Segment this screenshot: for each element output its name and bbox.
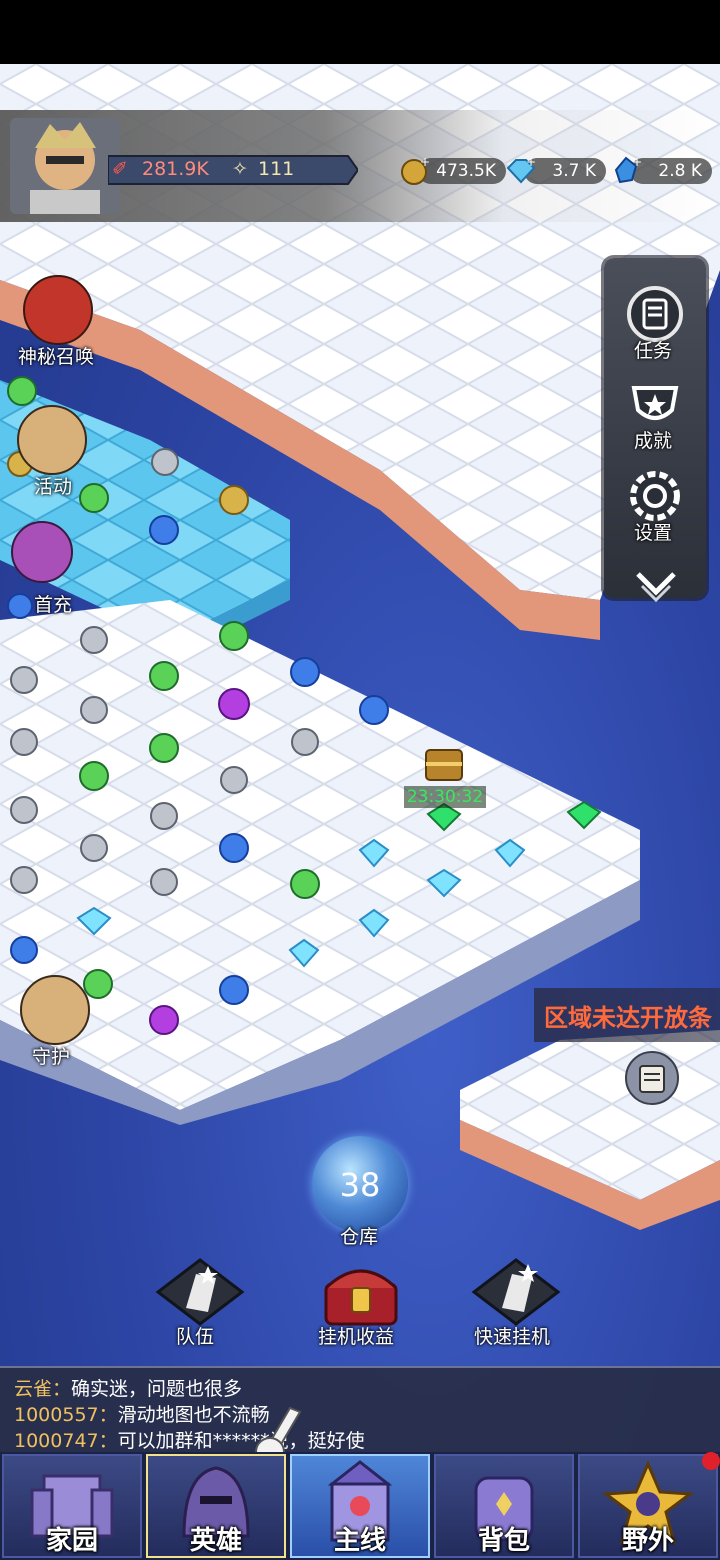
power-value: 281.9K <box>142 158 209 180</box>
blue-crystal-icon: + <box>614 156 642 184</box>
task-icon <box>627 286 683 342</box>
quick-idle-icon <box>471 1258 561 1326</box>
chat-message: 云雀：确实迷，问题也很多 <box>14 1374 242 1401</box>
status-bar <box>0 0 720 64</box>
star-icon: ✧ <box>232 158 248 180</box>
star-value: 111 <box>258 158 295 180</box>
nav-backpack-label: 背包 <box>477 1526 530 1556</box>
chat-separator: ： <box>98 1404 118 1426</box>
svg-text:+: + <box>526 156 536 169</box>
achievement-button[interactable]: 成就 <box>614 376 696 456</box>
chat-text: 滑动地图也不流畅 <box>117 1404 270 1426</box>
collapse-chevron-icon[interactable] <box>632 566 680 606</box>
gear-icon <box>630 471 680 521</box>
region-locked-text: 区域未达开放条 <box>544 1003 712 1032</box>
chat-sender: 云雀 <box>14 1378 53 1400</box>
first-recharge-label[interactable]: 首充 <box>34 590 72 617</box>
chat-separator: ： <box>98 1430 118 1452</box>
chat-message: 1000747：可以加群和******说，挺好使 <box>14 1426 365 1453</box>
nav-main-quest-label: 主线 <box>333 1526 386 1556</box>
diamond-resource[interactable]: 3.7 K + <box>506 156 606 186</box>
nav-hero-label: 英雄 <box>189 1526 242 1556</box>
idle-reward-label: 挂机收益 <box>318 1326 395 1348</box>
mystery-summon-label[interactable]: 神秘召唤 <box>18 342 94 369</box>
guardian-label[interactable]: 守护 <box>32 1042 70 1069</box>
nav-wild-label: 野外 <box>621 1526 674 1556</box>
chat-text: 可以加群和******说，挺好使 <box>117 1430 365 1452</box>
chat-text: 确实迷，问题也很多 <box>71 1378 243 1400</box>
nav-home-label: 家园 <box>45 1526 98 1556</box>
warehouse-label: 仓库 <box>340 1226 379 1248</box>
chat-sender: 1000747 <box>14 1430 99 1452</box>
svg-text:+: + <box>632 156 642 169</box>
chat-separator: ： <box>52 1378 72 1400</box>
chat-panel[interactable]: 云雀：确实迷，问题也很多 1000557：滑动地图也不流畅 1000747：可以… <box>0 1366 720 1454</box>
chat-message: 1000557：滑动地图也不流畅 <box>14 1400 270 1427</box>
crystal-value: 2.8 K <box>630 158 712 184</box>
crystal-resource[interactable]: 2.8 K + <box>612 156 712 186</box>
settings-button[interactable]: 设置 <box>614 466 696 546</box>
gold-value: 473.5K <box>418 158 506 184</box>
scroll-icon[interactable] <box>624 1050 680 1106</box>
idle-reward-button[interactable] <box>316 1258 406 1328</box>
notification-dot <box>702 1452 720 1470</box>
team-label: 队伍 <box>176 1326 215 1348</box>
treasure-chest-icon[interactable] <box>425 749 463 781</box>
quick-idle-label: 快速挂机 <box>474 1326 551 1348</box>
gold-resource[interactable]: 473.5K + <box>400 156 506 186</box>
chest-timer: 23:30:32 <box>404 786 486 808</box>
chat-sender: 1000557 <box>14 1404 99 1426</box>
player-avatar[interactable] <box>10 118 120 214</box>
event-label[interactable]: 活动 <box>34 472 72 499</box>
diamond-value: 3.7 K <box>524 158 606 184</box>
settings-label: 设置 <box>634 522 673 544</box>
blue-diamond-icon: + <box>506 156 536 184</box>
warehouse-count: 38 <box>339 1166 381 1204</box>
idle-reward-chest-icon <box>324 1269 398 1326</box>
team-icon <box>155 1258 245 1326</box>
gold-coin-icon: + <box>401 156 430 185</box>
task-button[interactable]: 任务 <box>614 282 696 362</box>
achievement-label: 成就 <box>634 430 673 452</box>
task-label: 任务 <box>634 340 673 362</box>
svg-text:+: + <box>420 156 430 169</box>
sword-icon: ✐ <box>112 158 128 180</box>
